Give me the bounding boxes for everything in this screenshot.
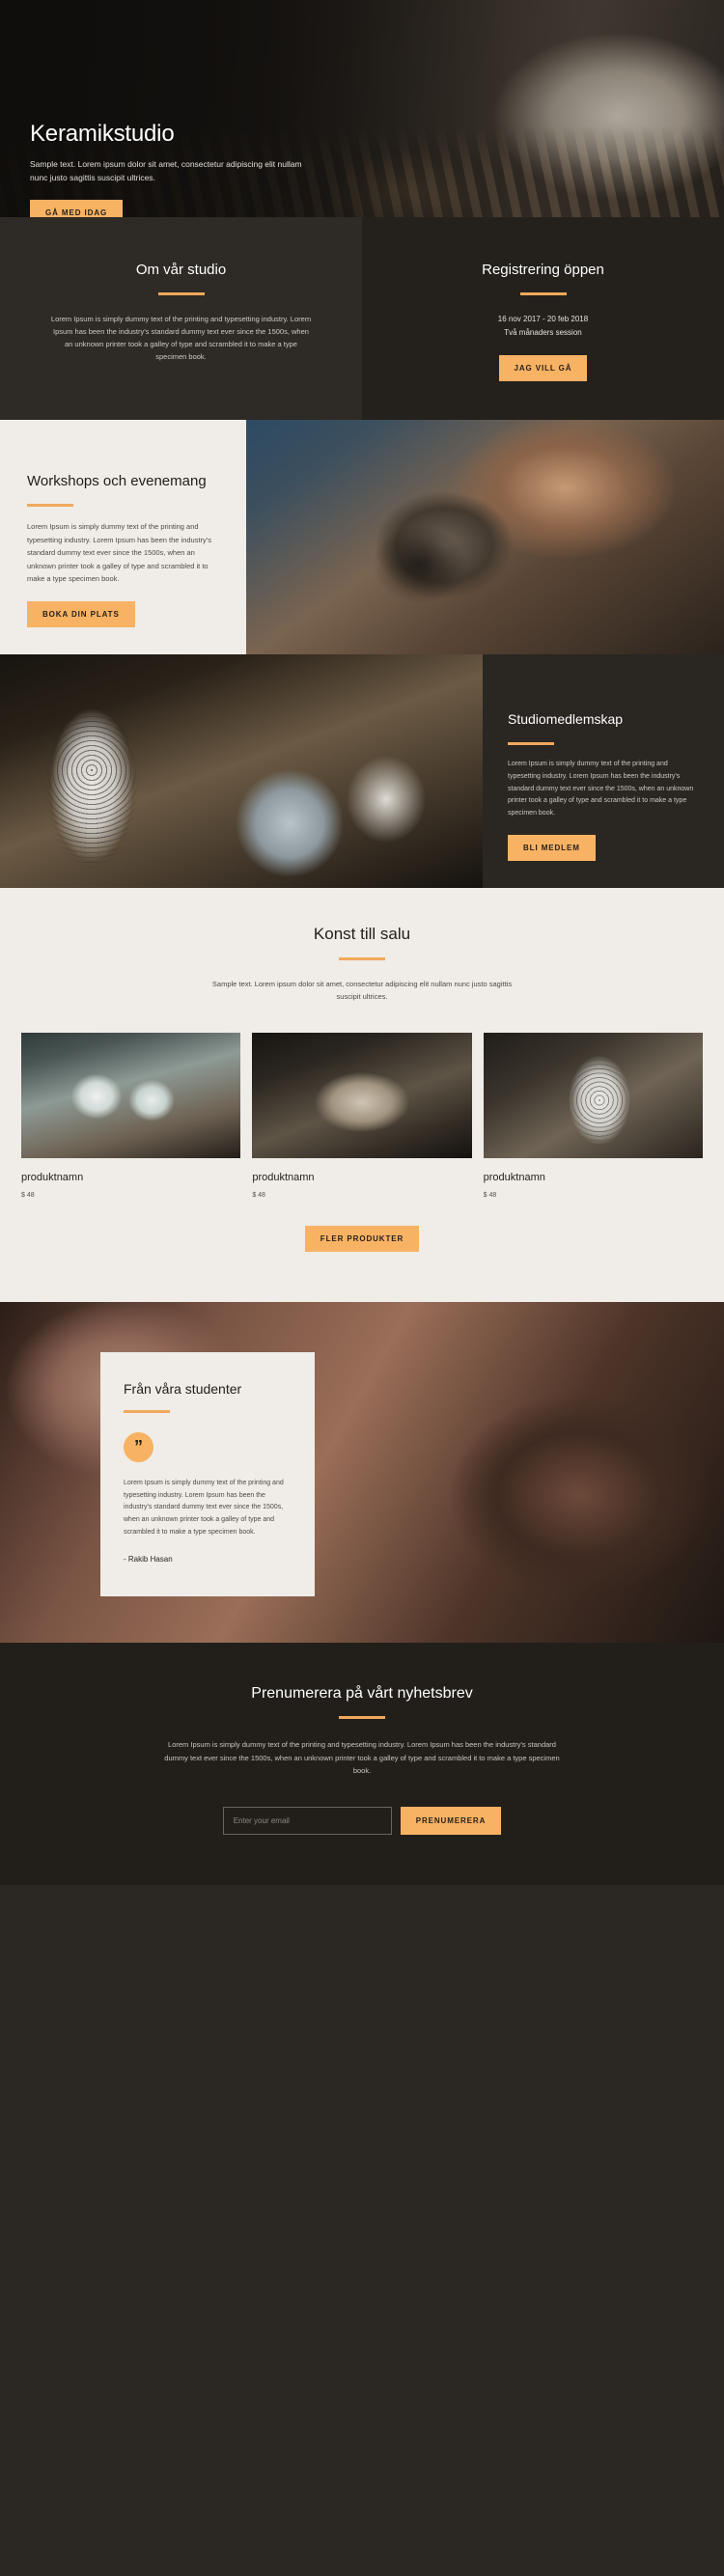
registration-divider — [519, 291, 567, 295]
shop-section: Konst till salu Sample text. Lorem ipsum… — [0, 888, 724, 1302]
registration-cta-wrap: JAG VILL GÅ — [391, 354, 695, 381]
testimonial-divider — [124, 1409, 170, 1413]
product-price: $ 48 — [483, 1191, 497, 1199]
testimonial-body: Lorem Ipsum is simply dummy text of the … — [124, 1479, 284, 1537]
join-today-button[interactable]: GÅ MED IDAG — [30, 200, 124, 217]
about-body: Lorem Ipsum is simply dummy text of the … — [50, 314, 312, 362]
shop-title: Konst till salu — [313, 925, 411, 944]
hero-section: Keramikstudio Sample text. Lorem ipsum d… — [0, 0, 724, 217]
registration-title: Registrering öppen — [482, 262, 604, 278]
newsletter-title: Prenumerera på vårt nyhetsbrev — [251, 1685, 473, 1703]
hero-subtitle: Sample text. Lorem ipsum dolor sit amet,… — [30, 159, 302, 183]
workshops-body: Lorem Ipsum is simply dummy text of the … — [27, 522, 211, 584]
subscribe-form: PRENUMERERA — [0, 1806, 724, 1835]
testimonial-section: Från våra studenter ” Lorem Ipsum is sim… — [0, 1302, 724, 1644]
landing-page: Keramikstudio Sample text. Lorem ipsum d… — [0, 0, 724, 1885]
about-title: Om vår studio — [135, 262, 227, 278]
newsletter-body: Lorem Ipsum is simply dummy text of the … — [164, 1740, 560, 1776]
shop-divider — [339, 957, 385, 961]
workshops-text: Workshops och evenemang Lorem Ipsum is s… — [0, 420, 246, 654]
subscribe-button[interactable]: PRENUMERERA — [400, 1806, 502, 1835]
product-name: produktnamn — [252, 1171, 315, 1183]
testimonial-card: Från våra studenter ” Lorem Ipsum is sim… — [100, 1351, 315, 1597]
newsletter-section: Prenumerera på vårt nyhetsbrev Lorem Ips… — [0, 1643, 724, 1885]
membership-text: Studiomedlemskap Lorem Ipsum is simply d… — [483, 654, 724, 889]
testimonial-author: - Rakib Hasan — [124, 1555, 173, 1565]
registration-session: Två månaders session — [504, 327, 582, 337]
product-card[interactable]: produktnamn $ 48 — [21, 1032, 241, 1199]
membership-body: Lorem Ipsum is simply dummy text of the … — [508, 760, 694, 817]
product-image — [252, 1032, 472, 1158]
more-products-wrap: FLER PRODUKTER — [0, 1225, 724, 1252]
workshops-title: Workshops och evenemang — [27, 472, 207, 489]
more-products-button[interactable]: FLER PRODUKTER — [304, 1225, 420, 1252]
product-image — [21, 1032, 241, 1158]
about-column: Om vår studio Lorem Ipsum is simply dumm… — [0, 217, 362, 420]
registration-column: Registrering öppen 16 nov 2017 - 20 feb … — [362, 217, 724, 420]
product-price: $ 48 — [21, 1191, 35, 1199]
testimonial-title: Från våra studenter — [124, 1380, 242, 1397]
hero-cta-wrap: GÅ MED IDAG — [30, 200, 694, 217]
product-card[interactable]: produktnamn $ 48 — [483, 1032, 703, 1199]
become-member-button[interactable]: BLI MEDLEM — [508, 835, 596, 862]
workshops-divider — [27, 504, 73, 508]
membership-title: Studiomedlemskap — [508, 710, 624, 727]
quote-mark-icon: ” — [124, 1431, 153, 1462]
membership-image — [0, 653, 483, 889]
product-name: produktnamn — [483, 1171, 545, 1183]
product-card[interactable]: produktnamn $ 48 — [252, 1032, 472, 1199]
workshops-image — [246, 419, 724, 654]
product-grid: produktnamn $ 48 produktnamn $ 48 produk… — [0, 1032, 724, 1199]
hero-title: Keramikstudio — [30, 121, 175, 147]
membership-divider — [508, 741, 554, 745]
quote-glyph: ” — [134, 1437, 143, 1457]
email-input[interactable] — [222, 1806, 392, 1835]
book-your-place-button[interactable]: BOKA DIN PLATS — [27, 600, 135, 627]
shop-intro: Sample text. Lorem ipsum dolor sit amet,… — [211, 980, 513, 1002]
newsletter-divider — [339, 1716, 385, 1720]
about-divider — [157, 291, 205, 295]
about-registration-section: Om vår studio Lorem Ipsum is simply dumm… — [0, 217, 724, 420]
hero-content: Keramikstudio Sample text. Lorem ipsum d… — [0, 0, 724, 217]
product-image — [483, 1032, 703, 1158]
membership-section: Studiomedlemskap Lorem Ipsum is simply d… — [0, 653, 724, 889]
product-name: produktnamn — [21, 1171, 84, 1183]
i-want-to-go-button[interactable]: JAG VILL GÅ — [498, 354, 588, 381]
registration-dates: 16 nov 2017 - 20 feb 2018 — [497, 314, 589, 323]
workshops-section: Workshops och evenemang Lorem Ipsum is s… — [0, 419, 724, 654]
product-price: $ 48 — [252, 1191, 265, 1199]
